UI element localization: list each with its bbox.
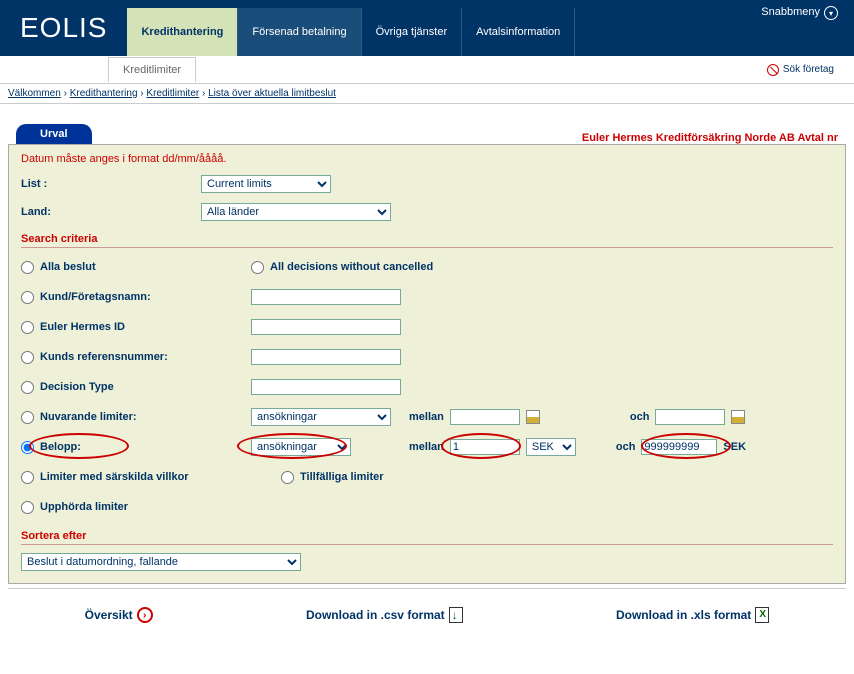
label-upphorda: Upphörda limiter: [40, 501, 128, 513]
no-entry-icon: [767, 64, 779, 76]
logo: EOLIS: [0, 0, 127, 56]
label-euler-id: Euler Hermes ID: [40, 321, 125, 333]
radio-all-without-cancelled[interactable]: [251, 261, 264, 274]
sort-title: Sortera efter: [21, 530, 833, 545]
input-belopp-from[interactable]: [450, 439, 520, 455]
radio-tillfalliga[interactable]: [281, 471, 294, 484]
radio-kunds-ref[interactable]: [21, 351, 34, 364]
separator: [8, 588, 846, 589]
download-csv-button[interactable]: Download in .csv format: [306, 607, 463, 623]
download-xls-icon: [755, 607, 769, 623]
actions-row: Översikt › Download in .csv format Downl…: [8, 593, 846, 637]
tab-avtalsinformation[interactable]: Avtalsinformation: [462, 8, 575, 56]
label-mellan-2: mellan: [409, 441, 444, 453]
input-kunds-ref[interactable]: [251, 349, 401, 365]
label-sek-suffix: SEK: [723, 441, 746, 453]
currency-select[interactable]: SEK: [526, 438, 576, 456]
radio-euler-id[interactable]: [21, 321, 34, 334]
search-company-link[interactable]: Sök företag: [747, 64, 854, 76]
radio-limiter-villkor[interactable]: [21, 471, 34, 484]
sort-select[interactable]: Beslut i datumordning, fallande: [21, 553, 301, 571]
header: EOLIS Kredithantering Försenad betalning…: [0, 0, 854, 56]
form-box: Datum måste anges i format dd/mm/åååå. L…: [8, 144, 846, 584]
criteria-title: Search criteria: [21, 233, 833, 248]
snabbmeny-menu[interactable]: Snabbmeny ▾: [745, 0, 854, 56]
radio-decision-type[interactable]: [21, 381, 34, 394]
breadcrumb: Välkommen › Kredithantering › Kreditlimi…: [0, 84, 854, 104]
download-xls-label: Download in .xls format: [616, 608, 751, 622]
input-decision-type[interactable]: [251, 379, 401, 395]
content: Urval Euler Hermes Kreditförsäkring Nord…: [0, 104, 854, 645]
radio-belopp[interactable]: [21, 441, 34, 454]
breadcrumb-valkommen[interactable]: Välkommen: [8, 88, 61, 99]
download-csv-label: Download in .csv format: [306, 608, 445, 622]
urval-tab[interactable]: Urval: [16, 124, 92, 144]
calendar-icon[interactable]: [526, 410, 540, 424]
label-alla-beslut: Alla beslut: [40, 261, 96, 273]
label-tillfalliga: Tillfälliga limiter: [300, 471, 384, 483]
calendar-icon[interactable]: [731, 410, 745, 424]
label-decision-type: Decision Type: [40, 381, 114, 393]
land-label: Land:: [21, 206, 201, 218]
tab-kredithantering[interactable]: Kredithantering: [127, 8, 238, 56]
input-nuvarande-from[interactable]: [450, 409, 520, 425]
label-nuvarande: Nuvarande limiter:: [40, 411, 137, 423]
list-select[interactable]: Current limits: [201, 175, 331, 193]
breadcrumb-lista[interactable]: Lista över aktuella limitbeslut: [208, 88, 336, 99]
tab-forsenad-betalning[interactable]: Försenad betalning: [238, 8, 361, 56]
arrow-right-icon: ›: [137, 607, 153, 623]
label-och-2: och: [616, 441, 636, 453]
oversikt-label: Översikt: [85, 608, 133, 622]
search-company-label: Sök företag: [783, 64, 834, 75]
label-och-1: och: [630, 411, 650, 423]
tab-ovriga-tjanster[interactable]: Övriga tjänster: [362, 8, 463, 56]
input-kund-foretag[interactable]: [251, 289, 401, 305]
snabbmeny-label: Snabbmeny: [761, 6, 820, 18]
belopp-select[interactable]: ansökningar: [251, 438, 351, 456]
radio-alla-beslut[interactable]: [21, 261, 34, 274]
input-nuvarande-to[interactable]: [655, 409, 725, 425]
label-all-without-cancelled: All decisions without cancelled: [270, 261, 433, 273]
oversikt-button[interactable]: Översikt ›: [85, 607, 153, 623]
radio-nuvarande[interactable]: [21, 411, 34, 424]
download-csv-icon: [449, 607, 463, 623]
label-limiter-villkor: Limiter med särskilda villkor: [40, 471, 189, 483]
nuvarande-select[interactable]: ansökningar: [251, 408, 391, 426]
company-info: Euler Hermes Kreditförsäkring Norde AB A…: [582, 132, 846, 144]
date-warning: Datum måste anges i format dd/mm/åååå.: [21, 153, 833, 165]
breadcrumb-kredithantering[interactable]: Kredithantering: [70, 88, 138, 99]
tab-row: Urval Euler Hermes Kreditförsäkring Nord…: [8, 124, 846, 144]
label-kund-foretag: Kund/Företagsnamn:: [40, 291, 151, 303]
chevron-down-icon: ▾: [824, 6, 838, 20]
download-xls-button[interactable]: Download in .xls format: [616, 607, 769, 623]
input-euler-id[interactable]: [251, 319, 401, 335]
radio-kund-foretag[interactable]: [21, 291, 34, 304]
label-mellan-1: mellan: [409, 411, 444, 423]
subheader: Kreditlimiter Sök företag: [0, 56, 854, 84]
radio-upphorda[interactable]: [21, 501, 34, 514]
land-select[interactable]: Alla länder: [201, 203, 391, 221]
nav-tabs: Kredithantering Försenad betalning Övrig…: [127, 0, 575, 56]
breadcrumb-kreditlimiter[interactable]: Kreditlimiter: [146, 88, 199, 99]
list-label: List :: [21, 178, 201, 190]
label-belopp: Belopp:: [40, 441, 81, 453]
input-belopp-to[interactable]: [641, 439, 717, 455]
label-kunds-ref: Kunds referensnummer:: [40, 351, 168, 363]
subtab-kreditlimiter[interactable]: Kreditlimiter: [108, 57, 196, 82]
